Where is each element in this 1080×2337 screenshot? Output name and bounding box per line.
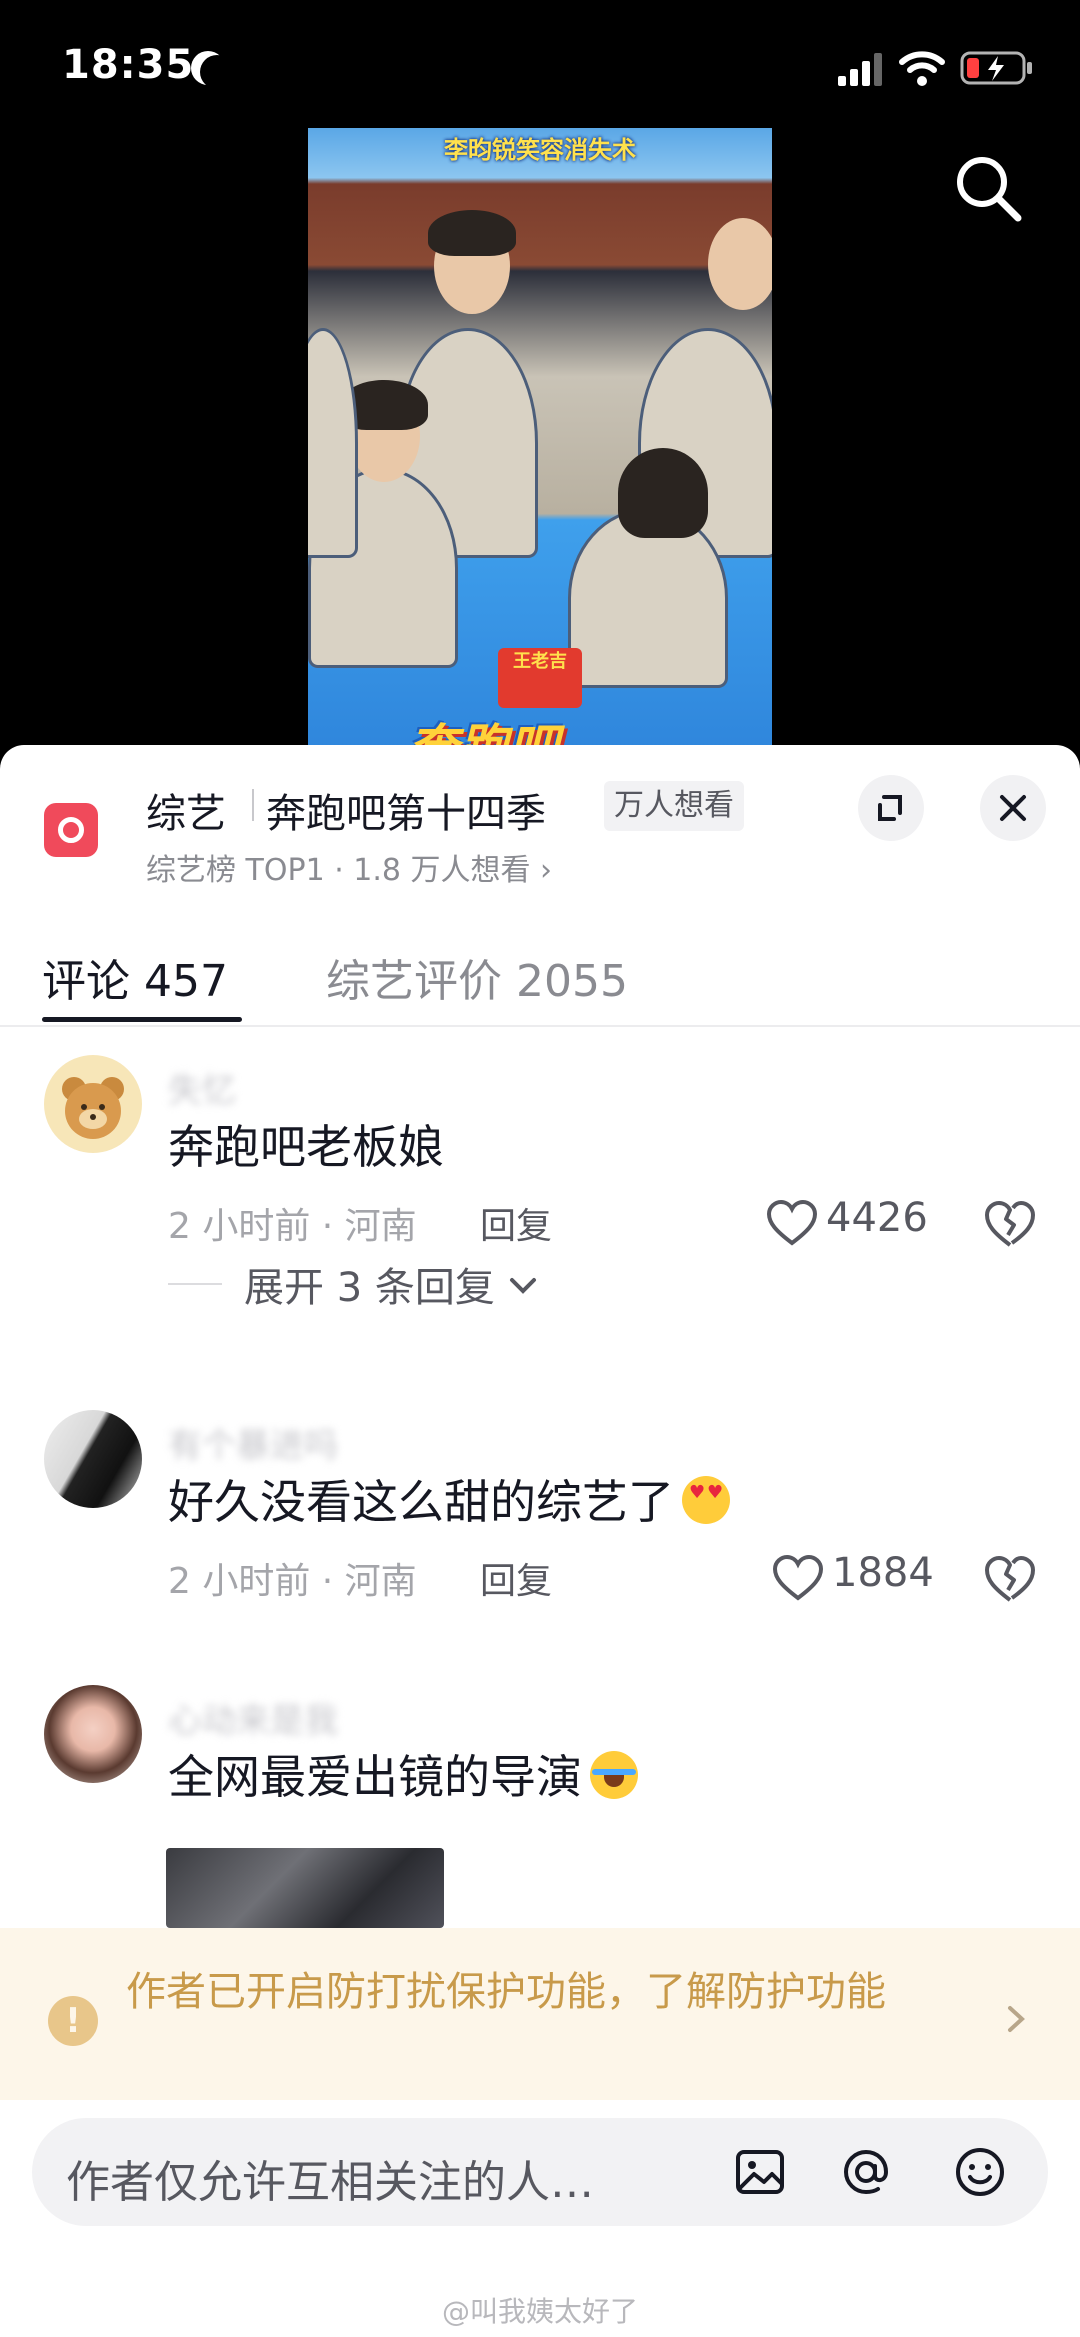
- dislike-broken-heart-icon[interactable]: [984, 1199, 1036, 1249]
- heart-eyes-emoji-icon: [682, 1476, 730, 1524]
- comment-item: 心动来是我 全网最爱出镜的导演: [0, 1685, 1080, 1930]
- search-icon[interactable]: [950, 150, 1026, 226]
- expand-button[interactable]: [858, 775, 924, 841]
- comment-text: 全网最爱出镜的导演: [168, 1741, 638, 1807]
- tab-bar: 评论 457 综艺评价 2055: [0, 915, 1080, 1027]
- comment-meta: 2 小时前 · 河南: [168, 1561, 417, 1602]
- comment-text: 奔跑吧老板娘: [168, 1120, 444, 1174]
- divider: [168, 1283, 222, 1285]
- comment-input[interactable]: 作者仅允许互相关注的人…: [32, 2118, 1048, 2226]
- avatar[interactable]: [44, 1685, 142, 1783]
- comment-text: 好久没看这么甜的综艺了: [168, 1466, 730, 1532]
- emoji-icon[interactable]: [952, 2144, 1008, 2200]
- like-heart-icon[interactable]: [772, 1554, 824, 1602]
- close-button[interactable]: [980, 775, 1046, 841]
- variety-show-icon: [44, 803, 98, 857]
- close-icon: [1000, 795, 1026, 821]
- username[interactable]: 失忆: [168, 1063, 236, 1112]
- wifi-icon: [899, 51, 945, 86]
- comment-text-body: 全网最爱出镜的导演: [168, 1750, 582, 1804]
- mention-icon[interactable]: [838, 2144, 894, 2200]
- comment-sheet: 综艺 奔跑吧第十四季 万人想看 综艺榜 TOP1 · 1.8 万人想看 › 评论…: [0, 745, 1080, 2337]
- reply-button[interactable]: 回复: [480, 1197, 552, 1249]
- dislike-broken-heart-icon[interactable]: [984, 1554, 1036, 1604]
- image-icon[interactable]: [732, 2144, 788, 2200]
- show-header[interactable]: 综艺 奔跑吧第十四季 万人想看 综艺榜 TOP1 · 1.8 万人想看 ›: [0, 745, 1080, 915]
- video-hair: [428, 210, 516, 256]
- chevron-down-icon: [509, 1278, 536, 1294]
- chevron-right-icon: [1008, 2006, 1025, 2032]
- video-face: [708, 218, 772, 310]
- want-to-watch-badge: 万人想看: [604, 781, 744, 831]
- expand-replies-label: 展开 3 条回复: [244, 1265, 495, 1311]
- like-heart-icon[interactable]: [766, 1199, 818, 1247]
- comment-meta: 2 小时前 · 河南: [168, 1206, 417, 1247]
- expand-icon: [878, 795, 902, 821]
- username[interactable]: 心动来是我: [168, 1693, 338, 1742]
- anti-harassment-notice[interactable]: ! 作者已开启防打扰保护功能，了解防护功能: [0, 1928, 1080, 2100]
- comment-item: 有个暴进吗 好久没看这么甜的综艺了 2 小时前 · 河南 回复 1884: [0, 1410, 1080, 1630]
- avatar[interactable]: [44, 1055, 142, 1153]
- video-person: [308, 328, 358, 558]
- like-count: 4426: [826, 1195, 928, 1241]
- avatar[interactable]: [44, 1410, 142, 1508]
- sponsor-label: 王老吉: [513, 651, 567, 672]
- like-count: 1884: [832, 1550, 934, 1596]
- notice-text: 作者已开启防打扰保护功能，了解防护功能: [126, 1969, 886, 2015]
- watermark: @叫我姨太好了: [441, 2295, 638, 2328]
- signal-icon: [838, 53, 882, 86]
- category-label: 综艺: [146, 791, 226, 837]
- video-hair: [618, 448, 708, 538]
- comment-input-placeholder: 作者仅允许互相关注的人…: [66, 2157, 594, 2208]
- video-player[interactable]: 李昀锐笑容消失术 王老吉 奔跑吧: [308, 128, 772, 750]
- bear-avatar-image: [62, 1077, 124, 1139]
- comment-image[interactable]: [166, 1848, 444, 1928]
- battery-charging-icon: [960, 51, 1032, 85]
- tab-show-reviews[interactable]: 综艺评价 2055: [326, 945, 628, 1009]
- show-title[interactable]: 奔跑吧第十四季: [266, 781, 546, 839]
- divider: [252, 789, 254, 821]
- status-time: 18:35: [62, 42, 195, 88]
- ranking-subtitle[interactable]: 综艺榜 TOP1 · 1.8 万人想看 ›: [146, 845, 552, 889]
- comment-text-body: 好久没看这么甜的综艺了: [168, 1475, 674, 1529]
- sponsor-logo: 王老吉: [498, 648, 582, 708]
- expand-replies-button[interactable]: 展开 3 条回复: [244, 1255, 538, 1313]
- status-bar: 18:35: [0, 0, 1080, 130]
- tab-comments[interactable]: 评论 457: [42, 945, 228, 1009]
- show-logo: 奔跑吧: [408, 719, 558, 750]
- warning-icon: !: [48, 1996, 98, 2046]
- username[interactable]: 有个暴进吗: [168, 1418, 338, 1467]
- active-tab-indicator: [42, 1017, 242, 1022]
- video-caption: 李昀锐笑容消失术: [444, 136, 636, 164]
- moon-icon: [200, 55, 234, 89]
- reply-button[interactable]: 回复: [480, 1552, 552, 1604]
- comment-item: 失忆 奔跑吧老板娘 2 小时前 · 河南 回复 4426 展开 3 条回复: [0, 1055, 1080, 1355]
- crying-emoji-icon: [590, 1751, 638, 1799]
